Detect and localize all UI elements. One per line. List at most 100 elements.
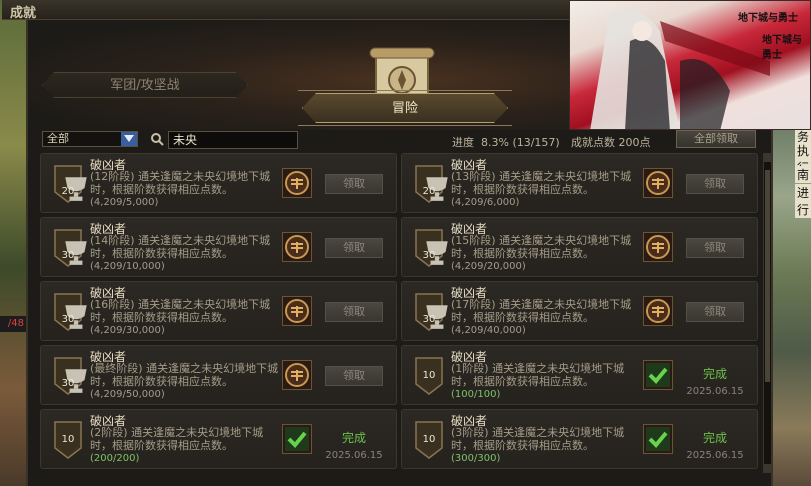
status-completed: 完成 xyxy=(341,431,366,445)
shield-icon: 30 xyxy=(53,292,87,332)
category-select[interactable]: 全部 xyxy=(42,131,138,147)
status-completed: 完成 xyxy=(702,431,727,445)
scrollbar-thumb[interactable] xyxy=(765,170,770,382)
achievement-description: (3阶段) 通关逢魔之未央幻境地下城时，根据阶数获得相应点数。 xyxy=(451,426,625,452)
completion-date: 2025.06.15 xyxy=(325,450,383,461)
progress-value: 8.3% (13/157) xyxy=(481,136,560,149)
achievement-progress: (4,209/10,000) xyxy=(90,261,165,272)
game-background-left: /48 xyxy=(0,0,26,486)
achievement-progress: (200/200) xyxy=(90,453,140,464)
hp-counter: /48 xyxy=(0,316,26,332)
achievement-grid: 20 破凶者 (12阶段) 通关逢魔之未央幻境地下城时，根据阶数获得相应点数。 (4,… xyxy=(40,153,762,483)
scroll-down-icon[interactable] xyxy=(764,464,771,472)
window-titlebar[interactable]: 成就 xyxy=(2,0,602,21)
claim-button[interactable]: 领取 xyxy=(325,302,383,322)
search-input[interactable]: 未央 xyxy=(168,131,298,149)
claim-button[interactable]: 领取 xyxy=(325,238,383,258)
achievement-progress: (4,209/50,000) xyxy=(90,389,165,400)
claim-button[interactable]: 领取 xyxy=(325,174,383,194)
achievement-description: (16阶段) 通关逢魔之未央幻境地下城时，根据阶数获得相应点数。 xyxy=(90,298,271,324)
achievement-score: 10 xyxy=(422,370,436,381)
trophy-icon xyxy=(422,232,448,265)
achievement-progress: (4,209/40,000) xyxy=(451,325,526,336)
achievement-card: 30 破凶者 (17阶段) 通关逢魔之未央幻境地下城时，根据阶数获得相应点数。 (4,… xyxy=(401,281,758,341)
achievement-score: 30 xyxy=(61,314,75,325)
progress-text: 进度 8.3% (13/157) xyxy=(452,134,560,150)
trophy-icon xyxy=(61,232,87,265)
shield-icon: 30 xyxy=(414,292,448,332)
completed-check-icon xyxy=(643,424,673,454)
trophy-icon xyxy=(422,296,448,329)
achievement-score: 30 xyxy=(422,250,436,261)
shield-icon: 20 xyxy=(414,164,448,204)
trophy-icon xyxy=(422,168,448,201)
completion-date: 2025.06.15 xyxy=(686,386,744,397)
achievement-score: 30 xyxy=(61,250,75,261)
reward-crest-icon xyxy=(282,232,312,262)
achievement-description: (12阶段) 通关逢魔之未央幻境地下城时，根据阶数获得相应点数。 xyxy=(90,170,271,196)
scroll-up-icon[interactable] xyxy=(764,154,771,162)
completed-check-icon xyxy=(282,424,312,454)
claim-button[interactable]: 领取 xyxy=(686,174,744,194)
window-title: 成就 xyxy=(10,6,37,21)
trophy-icon xyxy=(61,360,87,393)
achievement-score: 30 xyxy=(61,378,75,389)
shield-icon: 30 xyxy=(53,356,87,396)
trophy-icon xyxy=(61,296,87,329)
status-completed: 完成 xyxy=(702,367,727,381)
claim-button[interactable]: 领取 xyxy=(686,302,744,322)
achievement-card: 10 破凶者 (3阶段) 通关逢魔之未央幻境地下城时，根据阶数获得相应点数。 (300… xyxy=(401,409,758,469)
shield-icon: 10 xyxy=(414,356,444,396)
progress-label: 进度 xyxy=(452,136,474,149)
achievement-points: 成就点数 200点 xyxy=(571,136,651,149)
claim-all-button[interactable]: 全部领取 xyxy=(676,130,756,148)
reward-crest-icon xyxy=(282,296,312,326)
achievement-description: (最终阶段) 通关逢魔之未央幻境地下城时，根据阶数获得相应点数。 xyxy=(90,362,279,388)
promo-logo-top: 地下城与勇士 xyxy=(738,13,798,24)
achievement-card: 30 破凶者 (15阶段) 通关逢魔之未央幻境地下城时，根据阶数获得相应点数。 (4,… xyxy=(401,217,758,277)
claim-button[interactable]: 领取 xyxy=(686,238,744,258)
achievement-card: 20 破凶者 (12阶段) 通关逢魔之未央幻境地下城时，根据阶数获得相应点数。 (4,… xyxy=(40,153,397,213)
reward-crest-icon xyxy=(643,232,673,262)
achievement-progress: (300/300) xyxy=(451,453,501,464)
achievement-score: 10 xyxy=(422,434,436,445)
achievement-progress: (100/100) xyxy=(451,389,501,400)
achievement-description: (2阶段) 通关逢魔之未央幻境地下城时，根据阶数获得相应点数。 xyxy=(90,426,264,452)
achievement-score: 20 xyxy=(61,186,75,197)
achievement-progress: (4,209/20,000) xyxy=(451,261,526,272)
reward-crest-icon xyxy=(643,168,673,198)
achievement-progress: (4,209/30,000) xyxy=(90,325,165,336)
achievement-card: 30 破凶者 (14阶段) 通关逢魔之未央幻境地下城时，根据阶数获得相应点数。 (4,… xyxy=(40,217,397,277)
achievement-description: (1阶段) 通关逢魔之未央幻境地下城时，根据阶数获得相应点数。 xyxy=(451,362,625,388)
search-icon xyxy=(151,133,164,146)
achievement-progress: (4,209/6,000) xyxy=(451,197,520,208)
achievement-description: (17阶段) 通关逢魔之未央幻境地下城时，根据阶数获得相应点数。 xyxy=(451,298,632,324)
achievement-card: 10 破凶者 (1阶段) 通关逢魔之未央幻境地下城时，根据阶数获得相应点数。 (100… xyxy=(401,345,758,405)
shield-icon: 10 xyxy=(414,420,444,460)
achievement-card: 20 破凶者 (13阶段) 通关逢魔之未央幻境地下城时，根据阶数获得相应点数。 (4,… xyxy=(401,153,758,213)
claim-button[interactable]: 领取 xyxy=(325,366,383,386)
achievement-description: (15阶段) 通关逢魔之未央幻境地下城时，根据阶数获得相应点数。 xyxy=(451,234,632,260)
reward-crest-icon xyxy=(643,296,673,326)
tab-legion[interactable]: 军团/攻坚战 xyxy=(42,72,248,98)
shield-icon: 20 xyxy=(53,164,87,204)
quest-text: 南 xyxy=(795,166,811,183)
chevron-down-icon[interactable] xyxy=(121,132,137,146)
shield-icon: 30 xyxy=(414,228,448,268)
completion-date: 2025.06.15 xyxy=(686,450,744,461)
achievement-progress: (4,209/5,000) xyxy=(90,197,159,208)
achievement-score: 20 xyxy=(422,186,436,197)
achievement-card: 30 破凶者 (16阶段) 通关逢魔之未央幻境地下城时，根据阶数获得相应点数。 (4,… xyxy=(40,281,397,341)
promo-banner[interactable]: 地下城与勇士 地下城与勇士 xyxy=(569,0,811,130)
promo-logo-bottom: 地下城与勇士 xyxy=(762,35,802,61)
scrollbar[interactable] xyxy=(763,153,772,473)
achievement-card: 30 破凶者 (最终阶段) 通关逢魔之未央幻境地下城时，根据阶数获得相应点数。 (4,… xyxy=(40,345,397,405)
shield-icon: 30 xyxy=(53,228,87,268)
quest-text: 进行 xyxy=(795,184,811,218)
tab-adventure[interactable]: 冒险 xyxy=(302,93,508,123)
category-select-value: 全部 xyxy=(47,132,69,145)
achievement-score: 10 xyxy=(61,434,75,445)
achievement-score: 30 xyxy=(422,314,436,325)
game-background-right: 务 执行 南 进行 xyxy=(773,100,811,486)
achievement-description: (13阶段) 通关逢魔之未央幻境地下城时，根据阶数获得相应点数。 xyxy=(451,170,632,196)
